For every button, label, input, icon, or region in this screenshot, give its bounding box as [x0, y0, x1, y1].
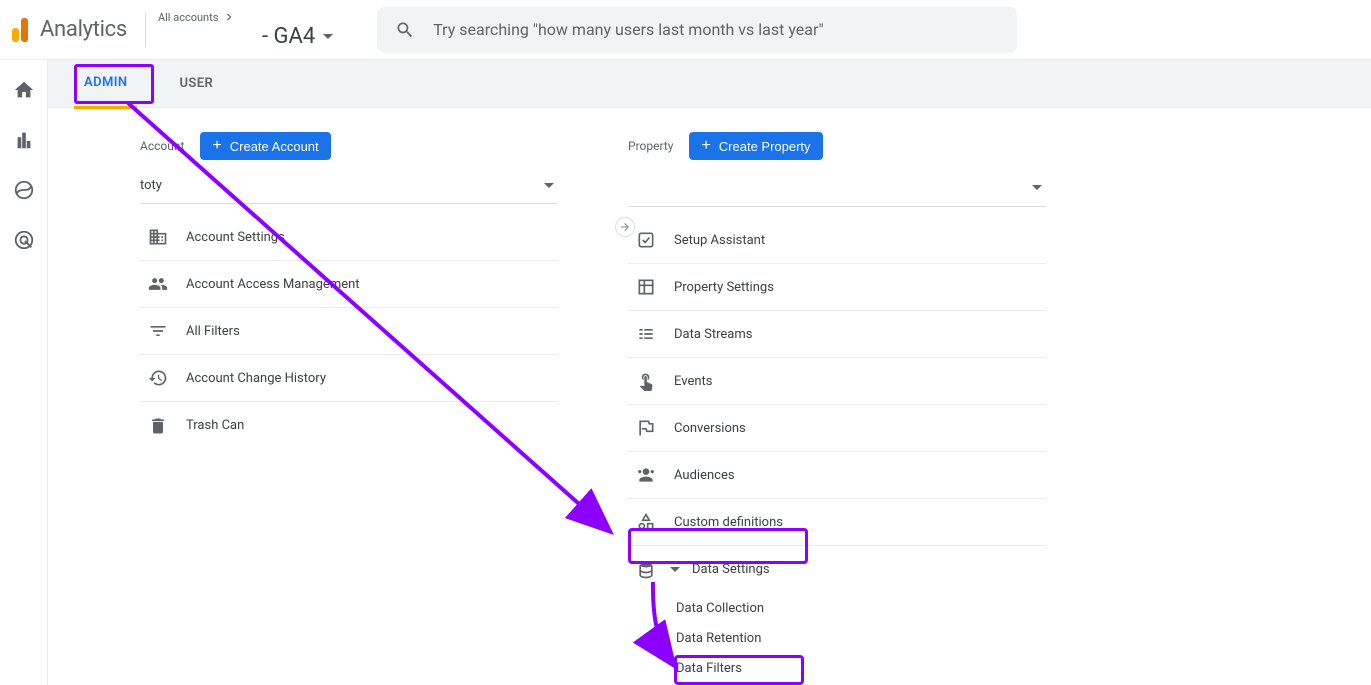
- arrow-right-icon: [619, 221, 631, 233]
- search-input[interactable]: Try searching "how many users last month…: [377, 7, 1017, 53]
- left-rail: [0, 60, 48, 685]
- dropdown-icon: [1032, 185, 1042, 190]
- header: Analytics All accounts - GA4 Try searchi…: [0, 0, 1371, 60]
- trash-can-item[interactable]: Trash Can: [140, 402, 558, 449]
- list-item-label: Conversions: [674, 421, 746, 436]
- list-item-label: Account Access Management: [186, 277, 360, 292]
- property-column: Property + Create Property Setup Assista…: [628, 132, 1046, 685]
- nav-home[interactable]: [12, 78, 36, 102]
- dropdown-icon: [323, 34, 333, 39]
- account-history-item[interactable]: Account Change History: [140, 355, 558, 402]
- account-selector[interactable]: toty: [140, 170, 558, 204]
- database-icon: [636, 560, 656, 580]
- dropdown-icon: [544, 183, 554, 188]
- list-item-label: Audiences: [674, 468, 735, 483]
- transfer-toggle[interactable]: [615, 217, 635, 237]
- property-name-row: - GA4: [158, 24, 333, 49]
- people-icon: [148, 274, 168, 294]
- create-property-label: Create Property: [719, 139, 811, 154]
- list-item-label: Account Change History: [186, 371, 326, 386]
- explore-icon: [13, 179, 35, 201]
- data-filters-item[interactable]: Data Filters: [628, 653, 1046, 683]
- search-placeholder: Try searching "how many users last month…: [433, 20, 999, 39]
- account-selected-value: toty: [140, 178, 162, 193]
- filter-icon: [148, 321, 168, 341]
- chevron-right-icon: [222, 10, 236, 24]
- create-account-label: Create Account: [230, 139, 319, 154]
- list-item-label: Data Streams: [674, 327, 752, 342]
- nav-explore[interactable]: [12, 178, 36, 202]
- search-icon: [395, 20, 415, 40]
- create-account-button[interactable]: + Create Account: [200, 132, 330, 160]
- home-icon: [13, 79, 35, 101]
- account-access-item[interactable]: Account Access Management: [140, 261, 558, 308]
- custom-definitions-item[interactable]: Custom definitions: [628, 499, 1046, 546]
- data-retention-item[interactable]: Data Retention: [628, 623, 1046, 653]
- list-item-label: Data Settings: [692, 562, 770, 577]
- admin-tabs: ADMIN USER: [48, 60, 1371, 108]
- property-settings-item[interactable]: Property Settings: [628, 264, 1046, 311]
- property-selected-value: [628, 178, 778, 196]
- setup-assistant-item[interactable]: Setup Assistant: [628, 217, 1046, 264]
- account-settings-item[interactable]: Account Settings: [140, 214, 558, 261]
- audience-icon: [636, 465, 656, 485]
- target-click-icon: [13, 229, 35, 251]
- flag-icon: [636, 418, 656, 438]
- streams-icon: [636, 324, 656, 344]
- all-filters-item[interactable]: All Filters: [140, 308, 558, 355]
- history-icon: [148, 368, 168, 388]
- plus-icon: +: [212, 138, 221, 154]
- logo[interactable]: Analytics: [12, 17, 145, 42]
- settings-grid-icon: [636, 277, 656, 297]
- trash-icon: [148, 416, 168, 436]
- breadcrumb-top: All accounts: [158, 11, 218, 24]
- account-header-label: Account: [140, 139, 184, 153]
- plus-icon: +: [701, 138, 710, 154]
- shapes-icon: [636, 512, 656, 532]
- data-settings-item[interactable]: Data Settings: [628, 546, 1046, 593]
- create-property-button[interactable]: + Create Property: [689, 132, 822, 160]
- property-list: Setup Assistant Property Settings Data S…: [628, 217, 1046, 685]
- property-header-label: Property: [628, 139, 673, 153]
- list-item-label: Property Settings: [674, 280, 774, 295]
- data-collection-item[interactable]: Data Collection: [628, 593, 1046, 623]
- account-property-selector[interactable]: All accounts - GA4: [158, 10, 353, 49]
- app-name: Analytics: [40, 17, 127, 42]
- admin-body: Account + Create Account toty Account Se…: [48, 108, 1371, 685]
- nav-reports[interactable]: [12, 128, 36, 152]
- tab-user[interactable]: USER: [169, 60, 223, 107]
- business-icon: [148, 227, 168, 247]
- data-streams-item[interactable]: Data Streams: [628, 311, 1046, 358]
- list-item-label: Events: [674, 374, 712, 389]
- tab-admin[interactable]: ADMIN: [74, 59, 137, 109]
- nav-advertising[interactable]: [12, 228, 36, 252]
- divider: [145, 13, 146, 47]
- bar-chart-icon: [13, 129, 35, 151]
- account-list: Account Settings Account Access Manageme…: [140, 214, 558, 449]
- list-item-label: Account Settings: [186, 230, 285, 245]
- touch-icon: [636, 371, 656, 391]
- property-selector[interactable]: [628, 170, 1046, 207]
- events-item[interactable]: Events: [628, 358, 1046, 405]
- checkbox-icon: [636, 230, 656, 250]
- list-item-label: Custom definitions: [674, 515, 783, 530]
- list-item-label: All Filters: [186, 324, 240, 339]
- dropdown-icon: [670, 567, 680, 572]
- list-item-label: Trash Can: [186, 418, 244, 433]
- analytics-logo-icon: [12, 18, 28, 42]
- conversions-item[interactable]: Conversions: [628, 405, 1046, 452]
- account-column: Account + Create Account toty Account Se…: [140, 132, 558, 685]
- audiences-item[interactable]: Audiences: [628, 452, 1046, 499]
- list-item-label: Setup Assistant: [674, 233, 765, 248]
- property-suffix: - GA4: [262, 24, 315, 49]
